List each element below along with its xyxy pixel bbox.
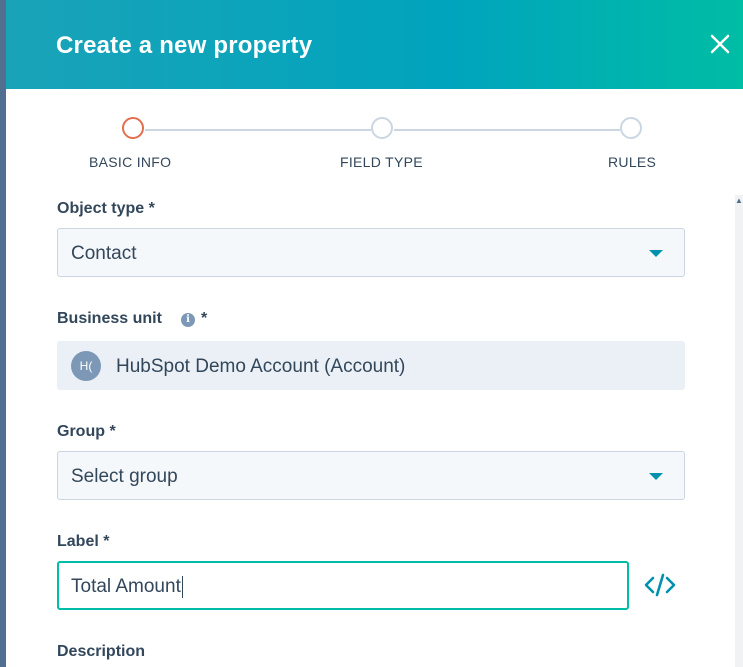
text-cursor [181, 576, 183, 598]
label-input-value: Total Amount [71, 576, 183, 598]
label-input[interactable]: Total Amount [57, 561, 629, 610]
object-type-label: Object type * [57, 200, 155, 217]
avatar: H( [71, 351, 101, 381]
code-icon[interactable] [644, 572, 676, 598]
label-field-label: Label * [57, 533, 110, 550]
step-dot-field-type [371, 117, 393, 139]
business-unit-field: H( HubSpot Demo Account (Account) [57, 341, 685, 390]
chevron-down-icon [649, 250, 663, 257]
group-placeholder: Select group [71, 466, 178, 487]
step-label-basic-info: BASIC INFO [89, 154, 172, 170]
backdrop-edge [0, 0, 6, 667]
progress-stepper: BASIC INFO FIELD TYPE RULES [0, 110, 743, 180]
scrollbar-up-arrow[interactable]: ▲ [735, 196, 743, 206]
description-label: Description [57, 643, 146, 660]
dialog-header: Create a new property [6, 0, 743, 89]
step-label-field-type: FIELD TYPE [340, 154, 423, 170]
business-unit-required-mark: * [201, 310, 208, 327]
scrollbar[interactable] [735, 195, 743, 667]
chevron-down-icon [649, 473, 663, 480]
object-type-select[interactable]: Contact [57, 228, 685, 277]
step-connector [394, 129, 620, 131]
business-unit-label-text: Business unit [57, 310, 162, 327]
step-dot-rules [620, 117, 642, 139]
dialog-title: Create a new property [56, 32, 313, 59]
label-input-text: Total Amount [71, 576, 181, 598]
group-label: Group * [57, 423, 116, 440]
group-select[interactable]: Select group [57, 451, 685, 500]
business-unit-label: Business unit [57, 310, 162, 328]
info-icon[interactable]: i [181, 313, 195, 327]
step-dot-basic-info [122, 117, 144, 139]
object-type-value: Contact [71, 243, 137, 264]
business-unit-value: HubSpot Demo Account (Account) [116, 356, 406, 377]
step-label-rules: RULES [608, 154, 657, 170]
close-icon[interactable] [702, 26, 738, 62]
step-connector [145, 129, 371, 131]
